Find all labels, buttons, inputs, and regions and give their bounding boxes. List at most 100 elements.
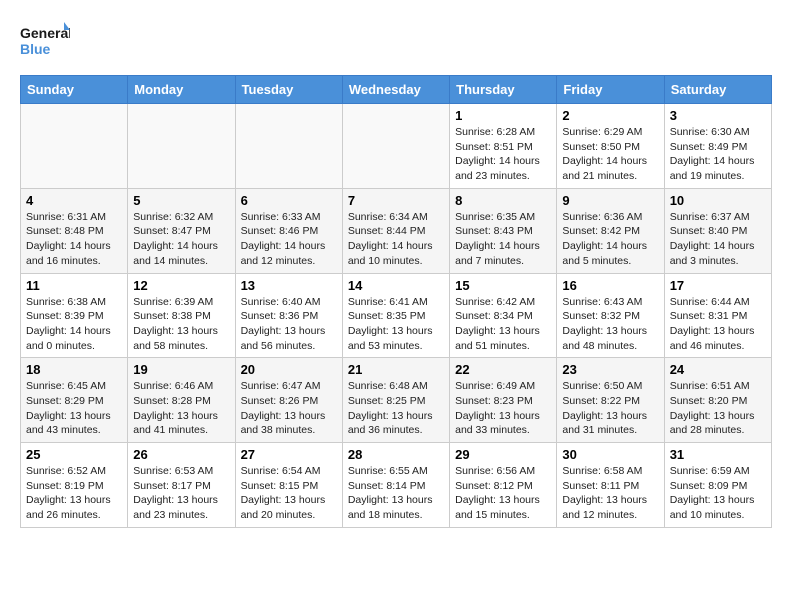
week-row-1: 1 Sunrise: 6:28 AM Sunset: 8:51 PM Daylig… [21, 104, 772, 189]
day-number: 11 [26, 278, 122, 293]
day-number: 6 [241, 193, 337, 208]
calendar-cell: 3 Sunrise: 6:30 AM Sunset: 8:49 PM Daylig… [664, 104, 771, 189]
day-number: 12 [133, 278, 229, 293]
cell-content: Sunrise: 6:43 AM Sunset: 8:32 PM Dayligh… [562, 295, 658, 354]
day-number: 31 [670, 447, 766, 462]
calendar-cell: 18 Sunrise: 6:45 AM Sunset: 8:29 PM Dayli… [21, 358, 128, 443]
cell-content: Sunrise: 6:47 AM Sunset: 8:26 PM Dayligh… [241, 379, 337, 438]
day-number: 9 [562, 193, 658, 208]
cell-content: Sunrise: 6:56 AM Sunset: 8:12 PM Dayligh… [455, 464, 551, 523]
cell-content: Sunrise: 6:32 AM Sunset: 8:47 PM Dayligh… [133, 210, 229, 269]
cell-content: Sunrise: 6:28 AM Sunset: 8:51 PM Dayligh… [455, 125, 551, 184]
cell-content: Sunrise: 6:45 AM Sunset: 8:29 PM Dayligh… [26, 379, 122, 438]
cell-content: Sunrise: 6:51 AM Sunset: 8:20 PM Dayligh… [670, 379, 766, 438]
calendar-cell: 12 Sunrise: 6:39 AM Sunset: 8:38 PM Dayli… [128, 273, 235, 358]
calendar-cell: 8 Sunrise: 6:35 AM Sunset: 8:43 PM Daylig… [450, 188, 557, 273]
day-number: 28 [348, 447, 444, 462]
calendar-cell: 4 Sunrise: 6:31 AM Sunset: 8:48 PM Daylig… [21, 188, 128, 273]
calendar-cell: 5 Sunrise: 6:32 AM Sunset: 8:47 PM Daylig… [128, 188, 235, 273]
calendar-cell: 19 Sunrise: 6:46 AM Sunset: 8:28 PM Dayli… [128, 358, 235, 443]
calendar-cell: 14Sunrise: 6:41 AM Sunset: 8:35 PM Dayli… [342, 273, 449, 358]
day-number: 1 [455, 108, 551, 123]
calendar-cell: 26Sunrise: 6:53 AM Sunset: 8:17 PM Dayli… [128, 443, 235, 528]
svg-text:General: General [20, 25, 70, 41]
calendar-cell: 2Sunrise: 6:29 AM Sunset: 8:50 PM Daylig… [557, 104, 664, 189]
day-number: 20 [241, 362, 337, 377]
cell-content: Sunrise: 6:48 AM Sunset: 8:25 PM Dayligh… [348, 379, 444, 438]
calendar-cell: 1 Sunrise: 6:28 AM Sunset: 8:51 PM Daylig… [450, 104, 557, 189]
cell-content: Sunrise: 6:35 AM Sunset: 8:43 PM Dayligh… [455, 210, 551, 269]
calendar-cell [342, 104, 449, 189]
cell-content: Sunrise: 6:54 AM Sunset: 8:15 PM Dayligh… [241, 464, 337, 523]
cell-content: Sunrise: 6:36 AM Sunset: 8:42 PM Dayligh… [562, 210, 658, 269]
day-number: 2 [562, 108, 658, 123]
day-header-thursday: Thursday [450, 76, 557, 104]
week-row-2: 4 Sunrise: 6:31 AM Sunset: 8:48 PM Daylig… [21, 188, 772, 273]
cell-content: Sunrise: 6:37 AM Sunset: 8:40 PM Dayligh… [670, 210, 766, 269]
day-number: 17 [670, 278, 766, 293]
calendar-cell: 24Sunrise: 6:51 AM Sunset: 8:20 PM Dayli… [664, 358, 771, 443]
calendar-cell: 22 Sunrise: 6:49 AM Sunset: 8:23 PM Dayli… [450, 358, 557, 443]
calendar-cell: 30 Sunrise: 6:58 AM Sunset: 8:11 PM Dayli… [557, 443, 664, 528]
calendar-cell: 29 Sunrise: 6:56 AM Sunset: 8:12 PM Dayli… [450, 443, 557, 528]
day-number: 10 [670, 193, 766, 208]
cell-content: Sunrise: 6:33 AM Sunset: 8:46 PM Dayligh… [241, 210, 337, 269]
cell-content: Sunrise: 6:44 AM Sunset: 8:31 PM Dayligh… [670, 295, 766, 354]
day-number: 5 [133, 193, 229, 208]
page-header: General Blue [20, 20, 772, 65]
calendar-cell: 27Sunrise: 6:54 AM Sunset: 8:15 PM Dayli… [235, 443, 342, 528]
calendar-cell: 25 Sunrise: 6:52 AM Sunset: 8:19 PM Dayli… [21, 443, 128, 528]
day-number: 29 [455, 447, 551, 462]
day-number: 18 [26, 362, 122, 377]
cell-content: Sunrise: 6:41 AM Sunset: 8:35 PM Dayligh… [348, 295, 444, 354]
day-number: 22 [455, 362, 551, 377]
calendar-cell [235, 104, 342, 189]
day-header-sunday: Sunday [21, 76, 128, 104]
day-number: 26 [133, 447, 229, 462]
day-header-tuesday: Tuesday [235, 76, 342, 104]
cell-content: Sunrise: 6:39 AM Sunset: 8:38 PM Dayligh… [133, 295, 229, 354]
day-number: 7 [348, 193, 444, 208]
cell-content: Sunrise: 6:30 AM Sunset: 8:49 PM Dayligh… [670, 125, 766, 184]
calendar-cell: 7 Sunrise: 6:34 AM Sunset: 8:44 PM Daylig… [342, 188, 449, 273]
day-number: 21 [348, 362, 444, 377]
calendar-cell: 9 Sunrise: 6:36 AM Sunset: 8:42 PM Daylig… [557, 188, 664, 273]
cell-content: Sunrise: 6:31 AM Sunset: 8:48 PM Dayligh… [26, 210, 122, 269]
cell-content: Sunrise: 6:49 AM Sunset: 8:23 PM Dayligh… [455, 379, 551, 438]
calendar-cell: 31 Sunrise: 6:59 AM Sunset: 8:09 PM Dayli… [664, 443, 771, 528]
cell-content: Sunrise: 6:40 AM Sunset: 8:36 PM Dayligh… [241, 295, 337, 354]
week-row-4: 18 Sunrise: 6:45 AM Sunset: 8:29 PM Dayli… [21, 358, 772, 443]
calendar-cell: 21 Sunrise: 6:48 AM Sunset: 8:25 PM Dayli… [342, 358, 449, 443]
day-number: 8 [455, 193, 551, 208]
calendar-cell: 6 Sunrise: 6:33 AM Sunset: 8:46 PM Daylig… [235, 188, 342, 273]
day-number: 15 [455, 278, 551, 293]
cell-content: Sunrise: 6:46 AM Sunset: 8:28 PM Dayligh… [133, 379, 229, 438]
day-header-monday: Monday [128, 76, 235, 104]
day-number: 19 [133, 362, 229, 377]
cell-content: Sunrise: 6:52 AM Sunset: 8:19 PM Dayligh… [26, 464, 122, 523]
day-number: 25 [26, 447, 122, 462]
day-number: 4 [26, 193, 122, 208]
calendar-cell: 20 Sunrise: 6:47 AM Sunset: 8:26 PM Dayli… [235, 358, 342, 443]
calendar-table: SundayMondayTuesdayWednesdayThursdayFrid… [20, 75, 772, 528]
calendar-cell: 16 Sunrise: 6:43 AM Sunset: 8:32 PM Dayli… [557, 273, 664, 358]
week-row-5: 25 Sunrise: 6:52 AM Sunset: 8:19 PM Dayli… [21, 443, 772, 528]
calendar-cell [128, 104, 235, 189]
cell-content: Sunrise: 6:59 AM Sunset: 8:09 PM Dayligh… [670, 464, 766, 523]
day-header-wednesday: Wednesday [342, 76, 449, 104]
day-number: 3 [670, 108, 766, 123]
day-number: 16 [562, 278, 658, 293]
calendar-cell: 23Sunrise: 6:50 AM Sunset: 8:22 PM Dayli… [557, 358, 664, 443]
day-header-friday: Friday [557, 76, 664, 104]
logo-svg: General Blue [20, 20, 70, 65]
cell-content: Sunrise: 6:55 AM Sunset: 8:14 PM Dayligh… [348, 464, 444, 523]
calendar-cell: 10 Sunrise: 6:37 AM Sunset: 8:40 PM Dayli… [664, 188, 771, 273]
calendar-cell: 28 Sunrise: 6:55 AM Sunset: 8:14 PM Dayli… [342, 443, 449, 528]
cell-content: Sunrise: 6:42 AM Sunset: 8:34 PM Dayligh… [455, 295, 551, 354]
calendar-cell [21, 104, 128, 189]
calendar-cell: 11Sunrise: 6:38 AM Sunset: 8:39 PM Dayli… [21, 273, 128, 358]
cell-content: Sunrise: 6:34 AM Sunset: 8:44 PM Dayligh… [348, 210, 444, 269]
cell-content: Sunrise: 6:58 AM Sunset: 8:11 PM Dayligh… [562, 464, 658, 523]
calendar-cell: 15 Sunrise: 6:42 AM Sunset: 8:34 PM Dayli… [450, 273, 557, 358]
day-number: 30 [562, 447, 658, 462]
